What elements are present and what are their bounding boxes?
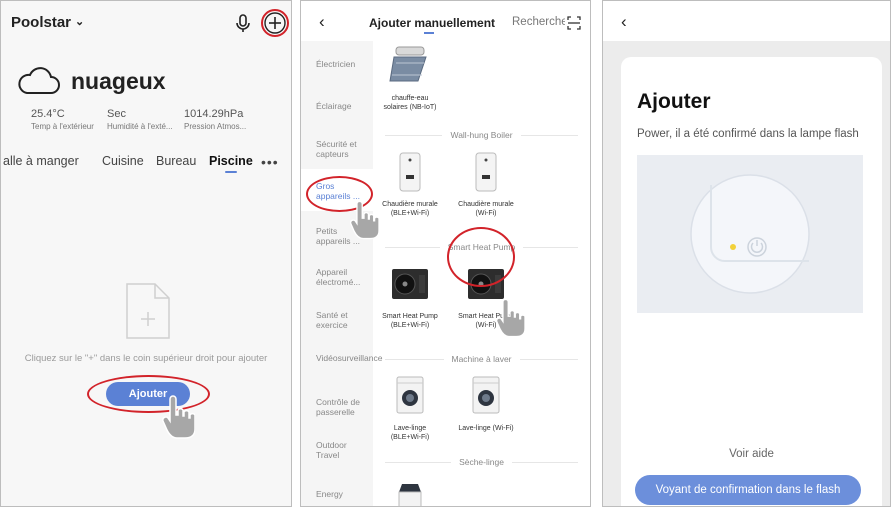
category-videosurveillance[interactable]: Vidéosurveillance [316, 353, 382, 363]
empty-state-text: Cliquez sur le "+" dans le coin supérieu… [24, 353, 268, 364]
device-heat-pump-ble-wifi[interactable]: Smart Heat Pump (BLE+Wi-Fi) [379, 263, 441, 330]
tab-piscine[interactable]: Piscine [209, 154, 253, 168]
pointing-hand-icon [496, 298, 525, 338]
category-passerelle[interactable]: Contrôle de passerelle [316, 397, 368, 417]
washing-machine-image [396, 376, 424, 414]
add-manually-panel: ‹ Ajouter manuellement Recherche Électri… [300, 0, 591, 507]
divider [385, 358, 444, 360]
home-header: Poolstar ⌄ [1, 1, 291, 45]
home-name-label: Poolstar [11, 14, 72, 31]
cloud-icon [18, 67, 60, 94]
category-eclairage[interactable]: Éclairage [316, 101, 368, 111]
device-boiler-ble-wifi[interactable]: Chaudière murale (BLE+Wi-Fi) [379, 151, 441, 218]
help-link[interactable]: Voir aide [621, 448, 882, 460]
power-light-illustration [637, 155, 863, 313]
instruction-text: Power, il a été confirmé dans la lampe f… [637, 128, 859, 140]
device-name: chauffe-eau solaires (NB-IoT) [383, 95, 437, 111]
category-sidebar: Électricien Éclairage Sécurité et capteu… [301, 41, 382, 506]
confirm-light-button[interactable]: Voyant de confirmation dans le flash [635, 475, 861, 505]
device-name: Chaudière murale (BLE+Wi-Fi) [382, 201, 438, 217]
category-securite[interactable]: Sécurité et capteurs [316, 139, 368, 159]
stat-value: 25.4°C [31, 108, 65, 120]
tab-search[interactable]: Recherche [512, 16, 565, 28]
divider [385, 246, 440, 248]
annotation-oval [447, 227, 515, 287]
annotation-circle [261, 9, 289, 37]
heat-pump-image [392, 269, 428, 299]
divider [523, 246, 578, 248]
back-arrow-icon[interactable]: ‹ [319, 12, 325, 32]
divider [385, 461, 452, 463]
device-name: Chaudière murale (Wi-Fi) [458, 201, 514, 217]
device-power-led-graphic [690, 174, 810, 294]
active-tab-indicator [225, 171, 237, 173]
confirm-card: Ajouter Power, il a été confirmé dans la… [621, 57, 882, 506]
device-washer-wifi[interactable]: Lave-linge (Wi-Fi) [455, 375, 517, 434]
chevron-down-icon: ⌄ [75, 16, 85, 28]
section-machine-a-laver: Machine à laver [385, 353, 579, 365]
stat-value: 1014.29hPa [184, 108, 244, 120]
more-options-icon[interactable]: ••• [261, 154, 279, 170]
section-title: Sèche-linge [459, 457, 504, 467]
microphone-icon[interactable] [233, 13, 253, 35]
page-title: Ajouter [637, 90, 711, 113]
divider [385, 134, 443, 136]
boiler-image [475, 152, 497, 192]
device-washer-ble-wifi[interactable]: Lave-linge (BLE+Wi-Fi) [379, 375, 441, 442]
divider [511, 461, 579, 463]
device-dryer[interactable] [379, 478, 441, 506]
back-arrow-icon[interactable]: ‹ [621, 12, 627, 32]
category-sante[interactable]: Santé et exercice [316, 310, 368, 330]
active-tab-indicator [424, 32, 434, 34]
section-seche-linge: Sèche-linge [385, 456, 579, 468]
home-screen-panel: Poolstar ⌄ nuageux 25.4°C Temp à l'extér… [0, 0, 292, 507]
weather-stat-pressure: 1014.29hPa Pression Atmos... [184, 108, 246, 131]
section-wall-hung-boiler: Wall-hung Boiler [385, 129, 579, 141]
dryer-image [398, 484, 422, 506]
stat-label: Pression Atmos... [184, 122, 247, 131]
device-boiler-wifi[interactable]: Chaudière murale (Wi-Fi) [455, 151, 517, 218]
room-tabs: alle à manger Cuisine Bureau Piscine ••• [1, 154, 291, 176]
tab-bureau[interactable]: Bureau [156, 154, 196, 168]
category-outdoor-travel[interactable]: Outdoor Travel [316, 440, 368, 460]
scan-icon[interactable] [567, 16, 581, 30]
weather-stat-humidity: Sec Humidité à l'exté... [107, 108, 173, 131]
add-manually-header: ‹ Ajouter manuellement Recherche [301, 1, 590, 41]
device-name: Lave-linge (Wi-Fi) [458, 425, 514, 432]
weather-stat-temperature: 25.4°C Temp à l'extérieur [31, 108, 94, 131]
empty-document-icon [126, 283, 170, 339]
home-selector[interactable]: Poolstar ⌄ [11, 14, 84, 31]
device-name: Smart Heat Pump (BLE+Wi-Fi) [382, 313, 438, 329]
category-appareil-electromenager[interactable]: Appareil électromé... [316, 267, 368, 287]
weather-condition: nuageux [71, 67, 166, 94]
device-solar-water-heater[interactable]: chauffe-eau solaires (NB-IoT) [379, 45, 441, 112]
section-title: Wall-hung Boiler [450, 130, 513, 140]
add-confirm-panel: ‹ Ajouter Power, il a été confirmé dans … [602, 0, 891, 507]
washing-machine-image [472, 376, 500, 414]
page-title[interactable]: Ajouter manuellement [369, 16, 495, 30]
category-electricien[interactable]: Électricien [316, 59, 368, 69]
stat-label: Humidité à l'exté... [107, 122, 173, 131]
tab-cuisine[interactable]: Cuisine [102, 154, 144, 168]
section-title: Machine à laver [451, 354, 512, 364]
pointing-hand-icon [162, 395, 195, 439]
confirm-header: ‹ [603, 1, 890, 41]
solar-heater-image [389, 46, 427, 82]
category-energy[interactable]: Energy [316, 489, 368, 499]
device-name: Lave-linge (BLE+Wi-Fi) [390, 425, 430, 441]
boiler-image [399, 152, 421, 192]
divider [519, 358, 579, 360]
weather-summary: nuageux [15, 65, 166, 97]
divider [520, 134, 579, 136]
stat-value: Sec [107, 108, 126, 120]
tab-salle-a-manger[interactable]: alle à manger [3, 154, 79, 168]
stat-label: Temp à l'extérieur [31, 122, 94, 131]
